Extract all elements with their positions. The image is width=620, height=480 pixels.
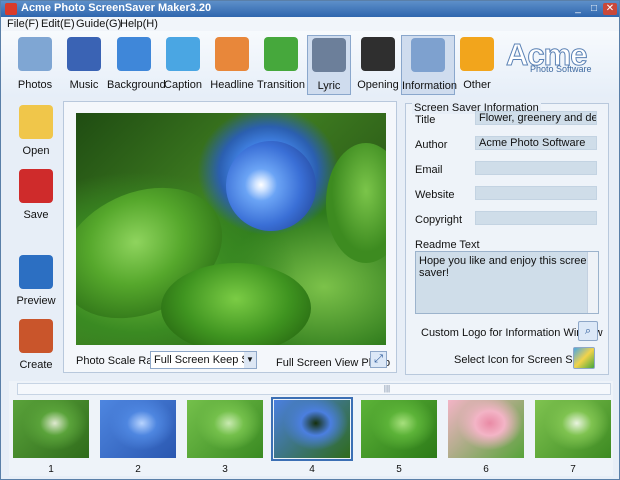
information-icon (411, 38, 445, 72)
custom-logo-label: Custom Logo for Information Window (421, 327, 603, 339)
readme-textarea[interactable]: Hope you like and enjoy this screen save… (415, 251, 599, 314)
thumbnail-2[interactable] (100, 400, 176, 458)
thumbnail-scrollbar[interactable]: ||| (17, 383, 611, 395)
leaf-shape (326, 143, 386, 263)
photo-scale-select[interactable]: Full Screen Keep Scale ▼ (150, 351, 257, 369)
save-button[interactable]: Save (9, 169, 63, 221)
menu-help[interactable]: Help(H) (120, 18, 158, 30)
toolbar-music-label: Music (69, 79, 99, 91)
chevron-down-icon: ▼ (244, 352, 256, 368)
toolbar-lyric-button[interactable]: Lyric (307, 35, 351, 95)
title-bar: Acme Photo ScreenSaver Maker3.20 _ □ ✕ (1, 1, 619, 17)
maximize-button[interactable]: □ (587, 3, 601, 15)
photos-icon (18, 37, 52, 71)
toolbar-transition-label: Transition (257, 79, 305, 91)
email-field[interactable] (475, 161, 597, 175)
website-label: Website (415, 189, 455, 201)
preview-icon (19, 255, 53, 289)
thumbnail-number: 2 (135, 464, 141, 475)
thumbnail-3[interactable] (187, 400, 263, 458)
search-icon: ⌕ (584, 325, 592, 337)
background-icon (117, 37, 151, 71)
readme-label: Readme Text (415, 239, 480, 251)
app-icon (5, 3, 17, 15)
thumbnail-number: 3 (222, 464, 228, 475)
blue-flower (213, 128, 329, 244)
thumbnail-number: 5 (396, 464, 402, 475)
toolbar-music-button[interactable]: Music (61, 35, 107, 95)
app-window: Acme Photo ScreenSaver Maker3.20 _ □ ✕ F… (0, 0, 620, 480)
readme-scrollbar[interactable] (587, 252, 598, 313)
transition-icon (264, 37, 298, 71)
toolbar-information-label: Information (402, 80, 458, 92)
toolbar-headline-button[interactable]: Headline (207, 35, 257, 95)
menu-guide[interactable]: Guide(G) (76, 18, 121, 30)
copyright-label: Copyright (415, 214, 463, 226)
photo-preview (76, 113, 386, 345)
toolbar-opening-label: Opening (357, 79, 399, 91)
toolbar-caption-button[interactable]: Caption (161, 35, 205, 95)
scrollbar-grip[interactable]: ||| (376, 385, 398, 393)
create-label: Create (19, 359, 53, 371)
photo-scale-value: Full Screen Keep Scale (154, 354, 256, 366)
menu-file[interactable]: File(F) (7, 18, 39, 30)
toolbar-opening-button[interactable]: Opening (355, 35, 401, 95)
menu-bar: File(F) Edit(E) Guide(G) Help(H) (1, 17, 619, 31)
toolbar-photos-button[interactable]: Photos (9, 35, 61, 95)
toolbar-background-label: Background (107, 79, 166, 91)
create-tools-icon (19, 319, 53, 353)
custom-logo-button[interactable]: ⌕ (578, 321, 598, 341)
email-label: Email (415, 164, 443, 176)
toolbar-headline-label: Headline (210, 79, 254, 91)
title-field[interactable]: Flower, greenery and dew (475, 111, 597, 125)
close-button[interactable]: ✕ (603, 3, 617, 15)
readme-text: Hope you like and enjoy this screen save… (419, 255, 593, 279)
open-button[interactable]: Open (9, 105, 63, 157)
opening-icon (361, 37, 395, 71)
logo-subtext: Photo Software (530, 64, 592, 74)
leaf-shape (161, 263, 311, 345)
create-button[interactable]: Create (9, 319, 63, 371)
thumbnail-number: 6 (483, 464, 489, 475)
preview-button[interactable]: Preview (9, 255, 63, 307)
expand-icon: ⤢ (374, 353, 383, 365)
thumbnail-6[interactable] (448, 400, 524, 458)
music-icon (67, 37, 101, 71)
open-folder-icon (19, 105, 53, 139)
caption-icon (166, 37, 200, 71)
thumbnail-7[interactable] (535, 400, 611, 458)
thumbnail-number: 1 (48, 464, 54, 475)
open-label: Open (22, 145, 50, 157)
toolbar-transition-button[interactable]: Transition (257, 35, 305, 95)
menu-edit[interactable]: Edit(E) (41, 18, 75, 30)
author-label: Author (415, 139, 448, 151)
toolbar-caption-label: Caption (164, 79, 202, 91)
window-title: Acme Photo ScreenSaver Maker3.20 (21, 2, 212, 14)
toolbar-background-button[interactable]: Background (107, 35, 166, 95)
toolbar-information-button[interactable]: Information (401, 35, 458, 95)
title-label: Title (415, 114, 436, 126)
thumbnail-5[interactable] (361, 400, 437, 458)
save-label: Save (23, 209, 49, 221)
toolbar-other-label: Other (463, 79, 491, 91)
thumbnail-number: 7 (570, 464, 576, 475)
thumbnail-number: 4 (309, 464, 315, 475)
fullscreen-button[interactable]: ⤢ (370, 351, 387, 368)
minimize-button[interactable]: _ (571, 3, 585, 15)
acme-logo: Acme Photo Software (505, 37, 606, 77)
toolbar-other-button[interactable]: Other (455, 35, 499, 95)
save-icon (19, 169, 53, 203)
other-icon (460, 37, 494, 71)
headline-icon (215, 37, 249, 71)
thumbnail-4[interactable] (271, 397, 353, 461)
toolbar-lyric-label: Lyric (317, 80, 341, 92)
thumbnail-1[interactable] (13, 400, 89, 458)
preview-label: Preview (16, 295, 56, 307)
lyric-icon (312, 38, 346, 72)
copyright-field[interactable] (475, 211, 597, 225)
author-field[interactable]: Acme Photo Software (475, 136, 597, 150)
select-icon-button[interactable] (573, 347, 595, 369)
website-field[interactable] (475, 186, 597, 200)
toolbar-photos-label: Photos (17, 79, 53, 91)
